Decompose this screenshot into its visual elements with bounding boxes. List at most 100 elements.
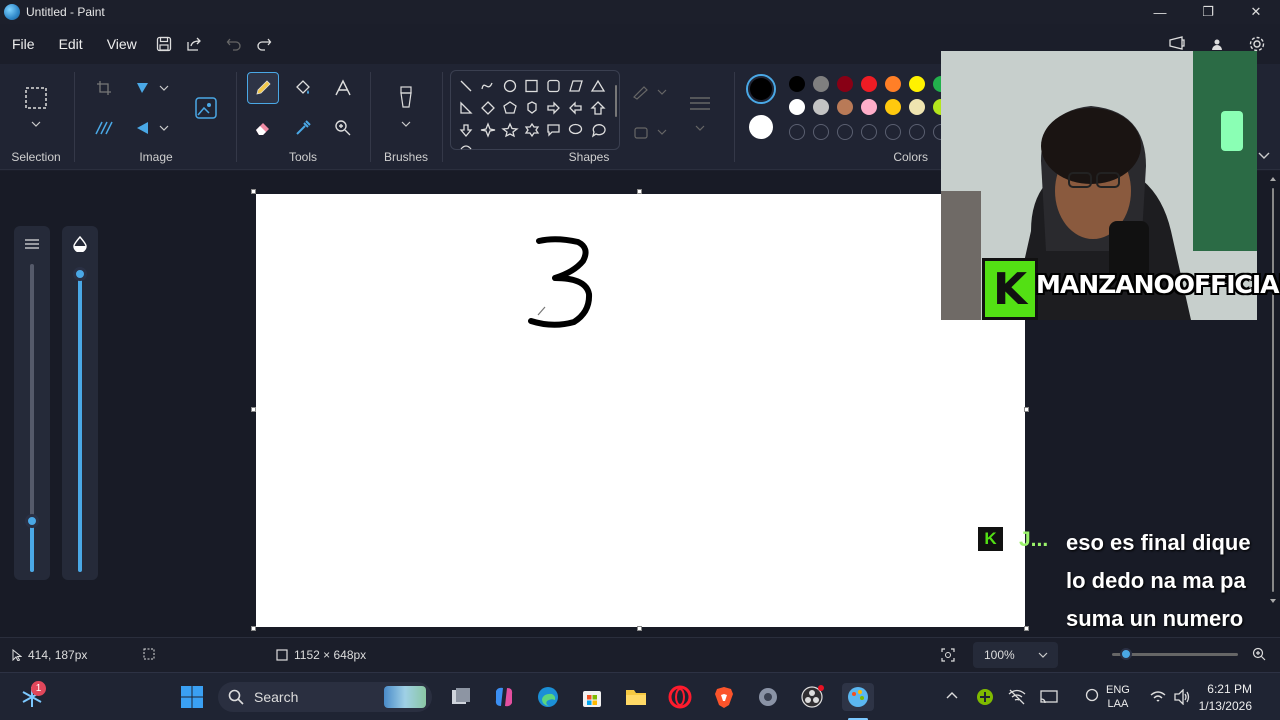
palette-color-swatch[interactable] <box>789 99 805 115</box>
cast-display-icon[interactable] <box>1040 689 1058 705</box>
selection-size-icon <box>143 648 155 660</box>
palette-color-swatch[interactable] <box>885 99 901 115</box>
palette-color-swatch[interactable] <box>789 76 805 92</box>
taskbar-search-box[interactable]: Search <box>218 682 432 712</box>
rectangle-select-icon[interactable] <box>20 82 52 114</box>
opacity-slider-thumb[interactable] <box>73 267 87 281</box>
ribbon-divider <box>734 72 735 162</box>
pencil-icon[interactable] <box>247 72 279 104</box>
palette-color-swatch[interactable] <box>861 76 877 92</box>
canvas-size-icon <box>276 649 288 661</box>
canvas-resize-handle[interactable] <box>637 189 642 194</box>
canvas-resize-handle[interactable] <box>1024 407 1029 412</box>
ribbon-divider <box>74 72 75 162</box>
canvas-resize-handle[interactable] <box>251 626 256 631</box>
share-icon[interactable] <box>179 30 209 58</box>
rotate-icon[interactable] <box>130 72 174 104</box>
custom-color-slot[interactable] <box>837 124 853 140</box>
tray-overflow-chevron-icon[interactable] <box>946 691 958 699</box>
custom-color-slot[interactable] <box>813 124 829 140</box>
selection-chevron-down-icon[interactable] <box>20 116 52 132</box>
input-language-indicator[interactable]: ENG LAA <box>1106 683 1130 711</box>
microsoft-store-icon[interactable] <box>578 683 606 711</box>
resize-icon[interactable] <box>88 112 120 144</box>
save-icon[interactable] <box>149 30 179 58</box>
volume-icon[interactable] <box>1173 689 1191 705</box>
palette-color-swatch[interactable] <box>813 76 829 92</box>
secondary-color-swatch[interactable] <box>749 115 773 139</box>
opera-browser-icon[interactable] <box>666 683 694 711</box>
primary-color-swatch[interactable] <box>746 74 776 104</box>
paint-app-icon <box>4 4 20 20</box>
close-button[interactable]: ✕ <box>1232 0 1280 24</box>
flip-icon[interactable] <box>130 112 174 144</box>
drawing-canvas[interactable] <box>256 194 1025 627</box>
clock[interactable]: 6:21 PM 1/13/2026 <box>1199 681 1252 715</box>
brave-browser-icon[interactable] <box>710 683 738 711</box>
canvas-size-readout: 1152 × 648px <box>276 648 366 662</box>
menu-file[interactable]: File <box>0 36 47 52</box>
windows-start-icon[interactable] <box>178 683 206 711</box>
palette-color-swatch[interactable] <box>837 76 853 92</box>
window-title: Untitled - Paint <box>26 5 105 19</box>
menu-view[interactable]: View <box>95 36 149 52</box>
chat-message: eso es final dique lo dedo na ma pa suma… <box>1066 530 1251 631</box>
line-size-icon[interactable] <box>684 88 716 120</box>
zoom-dropdown[interactable]: 100% <box>973 642 1058 668</box>
fill-bucket-icon[interactable] <box>287 72 319 104</box>
shape-fill-icon[interactable] <box>630 116 670 148</box>
custom-color-slot[interactable] <box>909 124 925 140</box>
minimize-button[interactable]: — <box>1136 0 1184 24</box>
edge-browser-icon[interactable] <box>534 683 562 711</box>
copilot-icon[interactable] <box>490 683 518 711</box>
canvas-resize-handle[interactable] <box>251 189 256 194</box>
task-view-icon[interactable] <box>447 683 475 711</box>
menu-edit[interactable]: Edit <box>47 36 95 52</box>
tray-app-icon[interactable] <box>976 688 994 706</box>
eraser-icon[interactable] <box>247 112 279 144</box>
colors-group-label: Colors <box>893 150 928 164</box>
palette-color-swatch[interactable] <box>813 99 829 115</box>
redo-icon[interactable] <box>249 30 279 58</box>
zoom-in-icon[interactable] <box>1252 647 1266 661</box>
opacity-slider-fill[interactable] <box>78 274 82 572</box>
canvas-resize-handle[interactable] <box>1024 626 1029 631</box>
settings-app-icon[interactable] <box>754 683 782 711</box>
tray-small-icon[interactable] <box>1085 688 1099 702</box>
custom-color-slot[interactable] <box>789 124 805 140</box>
custom-color-slot[interactable] <box>861 124 877 140</box>
zoom-slider-thumb[interactable] <box>1120 648 1132 660</box>
paint-taskbar-icon[interactable] <box>842 683 874 711</box>
canvas-resize-handle[interactable] <box>637 626 642 631</box>
custom-color-slot[interactable] <box>885 124 901 140</box>
image-properties-icon[interactable] <box>190 92 222 124</box>
brush-icon[interactable] <box>390 82 422 114</box>
vertical-scrollbar[interactable] <box>1270 176 1276 604</box>
image-group: Image <box>78 64 234 170</box>
shape-outline-icon[interactable] <box>630 76 670 108</box>
palette-color-swatch[interactable] <box>909 99 925 115</box>
windows-taskbar: 1 Search ENG LAA 6:21 PM 1/13/2026 <box>0 672 1280 720</box>
maximize-button[interactable]: ❐ <box>1184 0 1232 24</box>
size-slider-thumb[interactable] <box>25 514 39 528</box>
palette-color-swatch[interactable] <box>837 99 853 115</box>
palette-color-swatch[interactable] <box>885 76 901 92</box>
palette-color-swatch[interactable] <box>861 99 877 115</box>
undo-icon[interactable] <box>219 30 249 58</box>
ribbon-collapse-chevron-icon[interactable] <box>1258 152 1270 160</box>
shapes-gallery[interactable] <box>450 70 620 150</box>
file-explorer-icon[interactable] <box>622 683 650 711</box>
color-picker-icon[interactable] <box>287 112 319 144</box>
network-disconnected-icon[interactable] <box>1008 689 1026 705</box>
brushes-chevron-down-icon[interactable] <box>390 116 422 132</box>
magnifier-icon[interactable] <box>327 112 359 144</box>
opacity-slider-panel <box>62 226 98 580</box>
obs-studio-icon[interactable] <box>798 683 826 711</box>
text-tool-icon[interactable] <box>327 72 359 104</box>
crop-icon[interactable] <box>88 72 120 104</box>
wifi-icon[interactable] <box>1150 689 1166 705</box>
palette-color-swatch[interactable] <box>909 76 925 92</box>
fit-to-window-icon[interactable] <box>941 648 955 662</box>
canvas-resize-handle[interactable] <box>251 407 256 412</box>
line-size-chevron-down-icon[interactable] <box>684 120 716 136</box>
